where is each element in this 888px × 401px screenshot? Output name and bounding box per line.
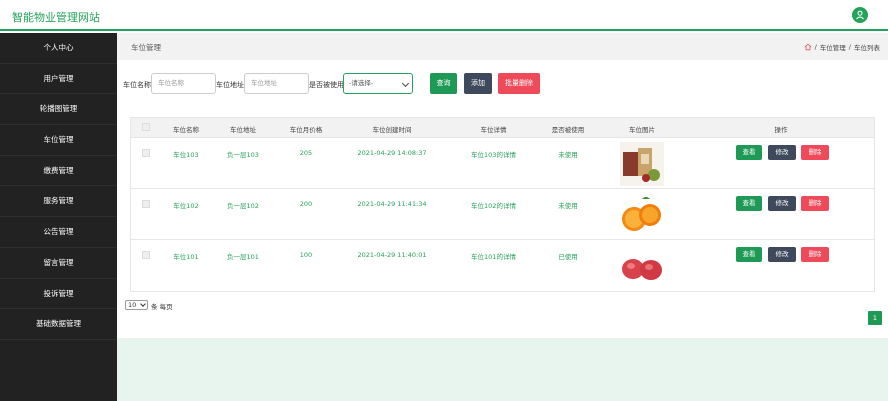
per-page-label: 条 每页: [151, 303, 173, 311]
cell-used: 已使用: [558, 253, 578, 261]
table-row: 车位102 负一层102 200 2021-04-29 11:41:34 车位1…: [131, 188, 874, 239]
cell-detail: 车位103的详情: [471, 151, 516, 159]
delete-button[interactable]: 删除: [801, 196, 829, 211]
used-select[interactable]: -请选择-: [343, 73, 413, 94]
table-header: 车位名称 车位地址 车位月价格 车位创建时间 车位详情 是否被使用 车位图片 操…: [131, 118, 874, 137]
header-used: 是否被使用: [551, 126, 585, 134]
page-size-value: 10: [128, 301, 137, 309]
address-search-input[interactable]: 车位地址: [244, 73, 309, 94]
breadcrumb-sep: /: [848, 43, 851, 51]
edit-button[interactable]: 修改: [768, 247, 796, 262]
top-bar: 智能物业管理网站: [0, 0, 888, 31]
edit-button[interactable]: 修改: [768, 196, 796, 211]
header-address: 车位地址: [230, 126, 256, 134]
header-created: 车位创建时间: [372, 126, 412, 134]
cell-price: 100: [299, 251, 313, 259]
sidebar-item-basic-data[interactable]: 基础数据管理: [0, 309, 117, 340]
sidebar-item-carousel[interactable]: 轮播图管理: [0, 94, 117, 126]
sidebar-item-personal-center[interactable]: 个人中心: [0, 33, 117, 64]
cell-address: 负一层103: [227, 151, 259, 159]
cell-address: 负一层102: [227, 202, 259, 210]
used-label: 是否被使用: [309, 81, 344, 89]
cell-price: 205: [299, 149, 313, 157]
name-search-input[interactable]: 车位名称: [151, 73, 216, 94]
sidebar-item-parking[interactable]: 车位管理: [0, 125, 117, 156]
search-bar: 车位名称 车位名称 车位地址 车位地址 是否被使用 -请选择- 查询 添加 批量…: [117, 72, 888, 96]
page-size-select[interactable]: 10: [125, 300, 148, 310]
page-number-button[interactable]: 1: [868, 311, 882, 325]
query-button[interactable]: 查询: [430, 73, 457, 94]
breadcrumb-sep: /: [814, 43, 817, 51]
table-row: 车位103 负一层103 205 2021-04-29 14:08:37 车位1…: [131, 137, 874, 188]
header-price: 车位月价格: [289, 126, 323, 134]
cell-name: 车位102: [173, 202, 199, 210]
chevron-down-icon: [401, 79, 410, 88]
oranges-image: [620, 193, 664, 237]
header-actions: 操作: [774, 126, 788, 134]
cell-used: 未使用: [558, 202, 578, 210]
breadcrumb-parking[interactable]: 车位管理: [820, 42, 846, 52]
cell-detail: 车位102的详情: [471, 202, 516, 210]
header-name: 车位名称: [173, 126, 199, 134]
delete-button[interactable]: 删除: [801, 247, 829, 262]
edit-button[interactable]: 修改: [768, 145, 796, 160]
batch-delete-button[interactable]: 批量删除: [498, 73, 540, 94]
apples-image: [620, 244, 664, 288]
chevron-down-icon: [140, 301, 146, 307]
row-checkbox[interactable]: [142, 149, 150, 157]
cell-created: 2021-04-29 14:08:37: [357, 149, 427, 157]
cell-price: 200: [299, 200, 313, 208]
app-title: 智能物业管理网站: [12, 11, 100, 24]
gift-box-image: [620, 142, 664, 186]
sidebar-item-users[interactable]: 用户管理: [0, 64, 117, 95]
header-image: 车位图片: [629, 126, 655, 134]
row-checkbox[interactable]: [142, 200, 150, 208]
cell-used: 未使用: [558, 151, 578, 159]
add-button[interactable]: 添加: [464, 73, 492, 94]
name-label: 车位名称: [123, 81, 151, 89]
page-title: 车位管理: [131, 43, 161, 52]
breadcrumb-bar: 车位管理 / 车位管理 / 车位列表: [117, 33, 888, 60]
address-label: 车位地址: [216, 81, 244, 89]
delete-button[interactable]: 删除: [801, 145, 829, 160]
header-detail: 车位详情: [480, 126, 507, 134]
cell-address: 负一层101: [227, 253, 259, 261]
user-icon: [856, 10, 864, 20]
sidebar-item-payment[interactable]: 缴费管理: [0, 156, 117, 187]
view-button[interactable]: 查看: [736, 145, 762, 160]
cell-name: 车位103: [173, 151, 199, 159]
table-row: 车位101 负一层101 100 2021-04-29 11:40:01 车位1…: [131, 239, 874, 290]
cell-detail: 车位101的详情: [471, 253, 516, 261]
sidebar: 个人中心 用户管理 轮播图管理 车位管理 缴费管理 服务管理 公告管理 留言管理…: [0, 33, 117, 401]
select-all-checkbox[interactable]: [142, 123, 150, 131]
row-checkbox[interactable]: [142, 251, 150, 259]
sidebar-item-complaints[interactable]: 投诉管理: [0, 279, 117, 310]
sidebar-item-service[interactable]: 服务管理: [0, 186, 117, 218]
home-icon[interactable]: [804, 43, 812, 51]
footer-band: [117, 338, 888, 401]
cell-name: 车位101: [173, 253, 199, 261]
sidebar-item-announcement[interactable]: 公告管理: [0, 217, 117, 248]
cell-created: 2021-04-29 11:41:34: [357, 200, 427, 208]
view-button[interactable]: 查看: [736, 196, 762, 211]
breadcrumb-list: 车位列表: [854, 44, 880, 52]
breadcrumb: / 车位管理 / 车位列表: [804, 42, 880, 52]
used-select-value: -请选择-: [349, 79, 374, 87]
user-avatar-button[interactable]: [852, 7, 868, 23]
sidebar-item-messages[interactable]: 留言管理: [0, 248, 117, 279]
cell-created: 2021-04-29 11:40:01: [357, 251, 427, 259]
parking-table: 车位名称 车位地址 车位月价格 车位创建时间 车位详情 是否被使用 车位图片 操…: [130, 117, 875, 292]
view-button[interactable]: 查看: [736, 247, 762, 262]
